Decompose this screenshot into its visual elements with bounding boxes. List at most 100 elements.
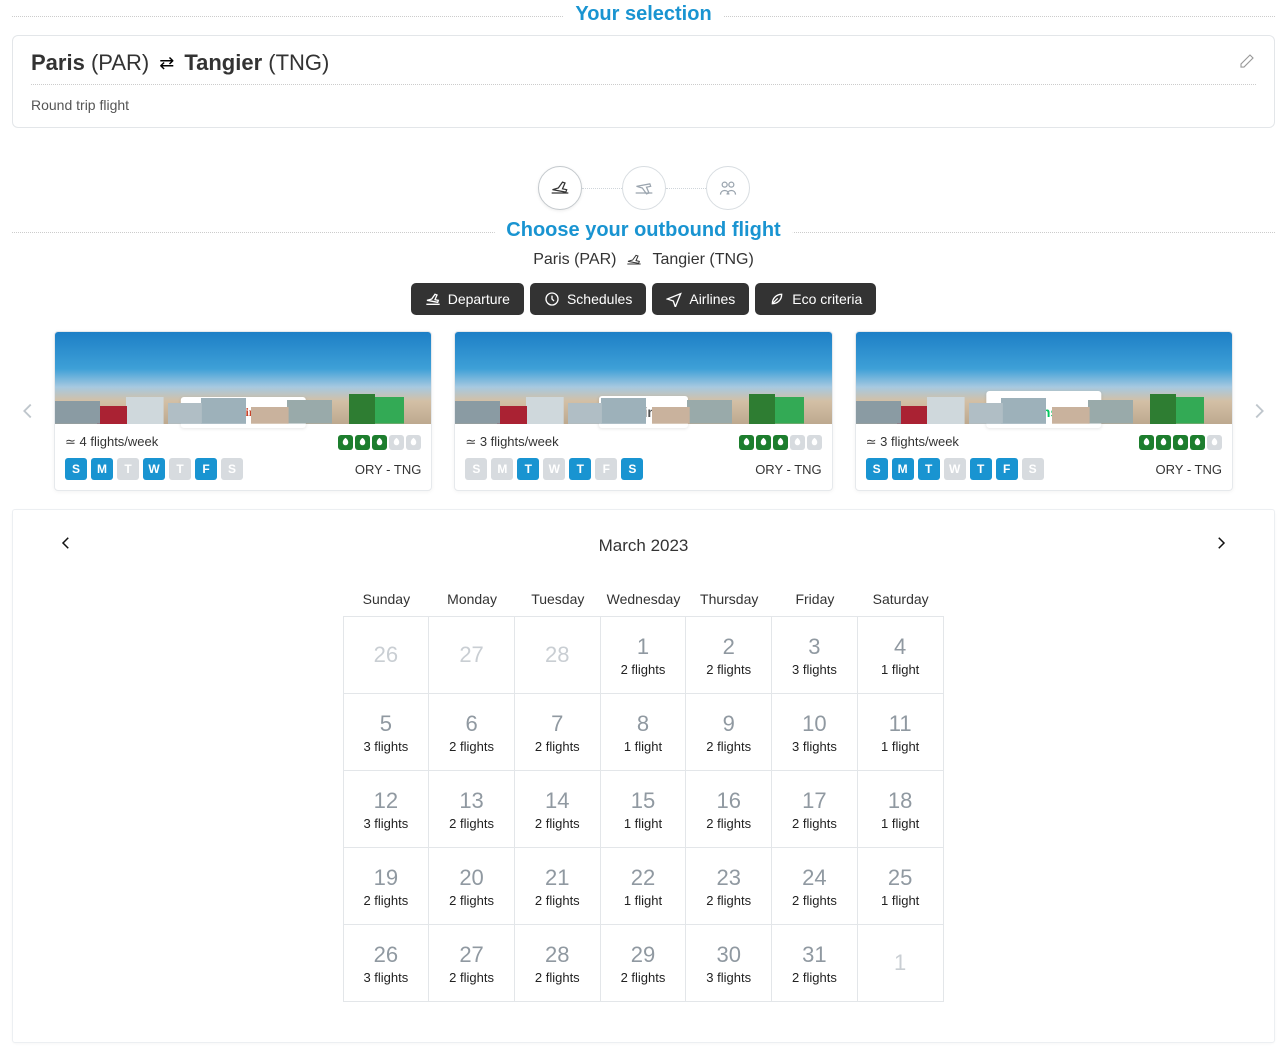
- calendar-day[interactable]: 212 flights: [514, 847, 601, 925]
- calendar-day[interactable]: 53 flights: [343, 693, 430, 771]
- flight-count: 1 flight: [624, 739, 662, 754]
- section-header-selection: Your selection: [12, 16, 1275, 17]
- airline-card[interactable]: ✈ royal air maroc ≃ 4 flights/week SMTWT…: [54, 331, 432, 491]
- calendar-day[interactable]: 272 flights: [428, 924, 515, 1002]
- clock-icon: [544, 291, 560, 307]
- calendar-next[interactable]: [1208, 530, 1234, 561]
- eco-icon: [756, 435, 771, 450]
- outbound-from: Paris (PAR): [533, 251, 616, 269]
- filter-schedules[interactable]: Schedules: [530, 283, 646, 315]
- eco-rating: [739, 435, 822, 450]
- day-chip: S: [621, 458, 643, 480]
- calendar-day[interactable]: 312 flights: [771, 924, 858, 1002]
- calendar-day[interactable]: 123 flights: [343, 770, 430, 848]
- calendar-day[interactable]: 33 flights: [771, 616, 858, 694]
- calendar-dow: Wednesday: [601, 581, 687, 617]
- day-number: 25: [888, 865, 912, 891]
- calendar-day[interactable]: 10 3 flights: [771, 693, 858, 771]
- day-chip: F: [996, 458, 1018, 480]
- calendar-day[interactable]: 19 2 flights: [343, 847, 430, 925]
- airline-card[interactable]: vueling• ≃ 3 flights/week SMTWTFS ORY - …: [454, 331, 832, 491]
- calendar-day[interactable]: 41 flight: [857, 616, 944, 694]
- carousel-next[interactable]: [1243, 400, 1275, 422]
- trip-type: Round trip flight: [31, 97, 1256, 113]
- route-codes: ORY - TNG: [755, 462, 821, 477]
- calendar-day[interactable]: 172 flights: [771, 770, 858, 848]
- day-number: 2: [723, 634, 735, 660]
- airlines-carousel: ✈ royal air maroc ≃ 4 flights/week SMTWT…: [12, 331, 1275, 491]
- day-chip: S: [866, 458, 888, 480]
- calendar-dow: Thursday: [686, 581, 772, 617]
- day-number: 1: [894, 950, 906, 976]
- calendar-day[interactable]: 282 flights: [514, 924, 601, 1002]
- flight-count: 3 flights: [363, 970, 408, 985]
- flight-count: 2 flights: [363, 893, 408, 908]
- calendar-day: 27: [428, 616, 515, 694]
- day-chip: S: [65, 458, 87, 480]
- carousel-prev[interactable]: [12, 400, 44, 422]
- calendar-day[interactable]: 232 flights: [685, 847, 772, 925]
- calendar-day[interactable]: 202 flights: [428, 847, 515, 925]
- calendar-day[interactable]: 142 flights: [514, 770, 601, 848]
- calendar-day: 28: [514, 616, 601, 694]
- route-codes: ORY - TNG: [1156, 462, 1222, 477]
- flight-count: 2 flights: [621, 970, 666, 985]
- calendar-day[interactable]: 72 flights: [514, 693, 601, 771]
- calendar-day[interactable]: 181 flight: [857, 770, 944, 848]
- calendar-day[interactable]: 8 1 flight: [600, 693, 687, 771]
- calendar-day[interactable]: 22 flights: [685, 616, 772, 694]
- calendar-day[interactable]: 242 flights: [771, 847, 858, 925]
- plane-landing-icon: [634, 178, 654, 198]
- calendar-day[interactable]: 132 flights: [428, 770, 515, 848]
- calendar-dow: Monday: [429, 581, 515, 617]
- calendar-day[interactable]: 12 flights: [600, 616, 687, 694]
- filter-eco[interactable]: Eco criteria: [755, 283, 876, 315]
- calendar-day[interactable]: 62 flights: [428, 693, 515, 771]
- calendar-box: March 2023 SundayMondayTuesdayWednesdayT…: [12, 509, 1275, 1043]
- day-number: 10: [802, 711, 826, 737]
- day-chip: S: [465, 458, 487, 480]
- calendar-day[interactable]: 162 flights: [685, 770, 772, 848]
- eco-icon: [338, 435, 353, 450]
- day-number: 8: [637, 711, 649, 737]
- step-passengers[interactable]: [706, 166, 750, 210]
- calendar-day[interactable]: 151 flight: [600, 770, 687, 848]
- eco-icon: [739, 435, 754, 450]
- calendar-dow: Sunday: [344, 581, 430, 617]
- calendar-day[interactable]: 303 flights: [685, 924, 772, 1002]
- calendar-day[interactable]: 221 flight: [600, 847, 687, 925]
- airline-card[interactable]: transavia ≃ 3 flights/week SMTWTFS ORY -…: [855, 331, 1233, 491]
- edit-icon[interactable]: [1238, 52, 1256, 75]
- day-number: 4: [894, 634, 906, 660]
- days-of-week: SMTWTFS: [465, 458, 643, 480]
- eco-rating: [338, 435, 421, 450]
- day-number: 19: [374, 865, 398, 891]
- filter-departure[interactable]: Departure: [411, 283, 524, 315]
- destination-image: ✈ royal air maroc: [55, 332, 431, 424]
- eco-icon: [1173, 435, 1188, 450]
- filter-airlines[interactable]: Airlines: [652, 283, 749, 315]
- airline-logo: transavia: [986, 391, 1101, 428]
- calendar-day[interactable]: 251 flight: [857, 847, 944, 925]
- days-of-week: SMTWTFS: [65, 458, 243, 480]
- eco-icon: [372, 435, 387, 450]
- calendar-day[interactable]: 29 2 flights: [600, 924, 687, 1002]
- calendar-prev[interactable]: [53, 530, 79, 561]
- day-number: 1: [637, 634, 649, 660]
- day-number: 15: [631, 788, 655, 814]
- day-number: 18: [888, 788, 912, 814]
- calendar-day[interactable]: 92 flights: [685, 693, 772, 771]
- eco-icon: [1139, 435, 1154, 450]
- outbound-title: Choose your outbound flight: [494, 219, 792, 242]
- step-outbound[interactable]: [538, 166, 582, 210]
- calendar-day[interactable]: 111 flight: [857, 693, 944, 771]
- flight-count: 3 flights: [363, 816, 408, 831]
- days-of-week: SMTWTFS: [866, 458, 1044, 480]
- step-return[interactable]: [622, 166, 666, 210]
- day-number: 26: [374, 942, 398, 968]
- calendar-day[interactable]: 26 3 flights: [343, 924, 430, 1002]
- day-number: 29: [631, 942, 655, 968]
- day-number: 21: [545, 865, 569, 891]
- flight-count: 2 flights: [535, 816, 580, 831]
- flight-count: 3 flights: [792, 739, 837, 754]
